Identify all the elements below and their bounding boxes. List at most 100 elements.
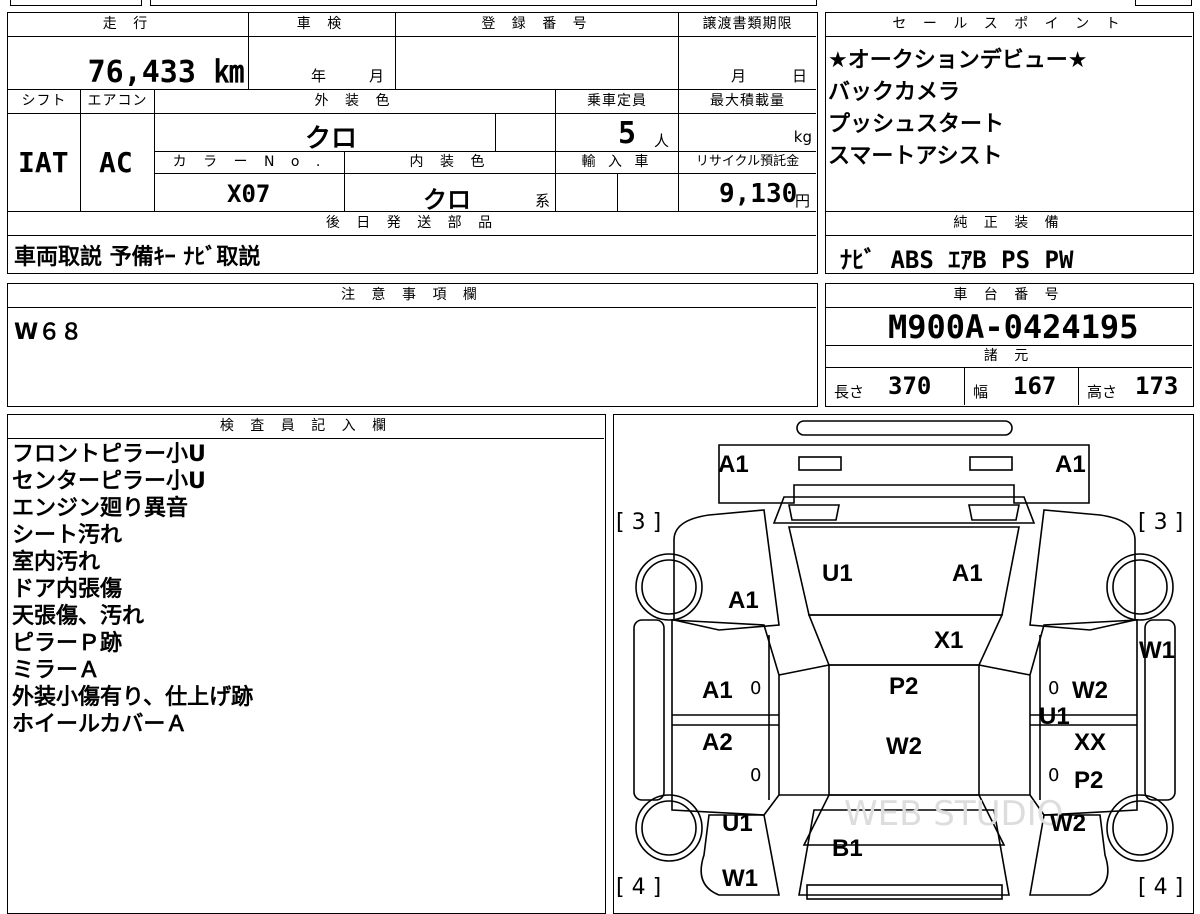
color-no-value: X07	[227, 180, 271, 208]
tire-front-right: [ 3 ]	[1138, 510, 1184, 535]
notes-value: W６８	[14, 320, 83, 345]
sales-points-list: ★オークションデビュー★ バックカメラ プッシュスタート スマートアシスト	[828, 45, 1087, 173]
recycle-value: 9,130	[719, 179, 798, 209]
color-no-label: カ ラ ー N o .	[155, 152, 345, 174]
sales-point-item: プッシュスタート	[828, 112, 1005, 137]
mark-zero-2: 0	[750, 765, 762, 786]
mileage-label: 走 行	[8, 13, 249, 37]
notes-box: 注 意 事 項 欄 W６８	[7, 283, 818, 407]
interior-color-unit: 系	[535, 192, 551, 210]
mark-door-front-left: A1	[702, 677, 733, 704]
inspector-line: ピラーＰ跡	[12, 631, 123, 656]
mark-door-rear-right: XX	[1074, 729, 1107, 756]
genuine-equipment-label: 純 正 装 備	[826, 212, 1192, 236]
inspector-label: 検 査 員 記 入 欄	[8, 415, 604, 439]
mark-roof: P2	[889, 673, 919, 700]
mark-zero-4: 0	[1048, 765, 1060, 786]
interior-color-cell: クロ 系	[345, 174, 556, 212]
recycle-cell: 9,130 円	[679, 174, 816, 212]
width-cell: 幅 167	[965, 368, 1079, 405]
mark-door-rear-left: A2	[702, 729, 733, 756]
top-strip	[0, 0, 1200, 8]
ac-label: エアコン	[81, 90, 155, 114]
sales-point-item: ★オークションデビュー★	[828, 48, 1088, 73]
inspector-line: シート汚れ	[12, 523, 123, 548]
ac-value: AC	[99, 146, 133, 179]
mark-windshield-left: U1	[822, 560, 853, 587]
max-load-unit: kg	[793, 128, 812, 146]
chassis-label: 車 台 番 号	[826, 284, 1192, 308]
shift-cell: IAT	[8, 114, 81, 212]
exterior-color-label: 外 装 色	[155, 90, 556, 114]
tire-rear-right: [ 4 ]	[1138, 875, 1184, 900]
inspector-line: ホイールカバーＡ	[12, 712, 188, 737]
capacity-cell: 5 人	[556, 114, 679, 152]
capacity-label: 乗車定員	[556, 90, 679, 114]
length-cell: 長さ 370	[826, 368, 965, 405]
transfer-month-unit: 月	[731, 67, 747, 85]
mark-door-front-right-2: U1	[1039, 703, 1070, 730]
mark-front-left: A1	[718, 451, 749, 478]
inspector-line: センターピラー小U	[12, 469, 206, 494]
width-value: 167	[1013, 372, 1057, 400]
mark-front-right: A1	[1055, 451, 1086, 478]
exterior-color-sub-cell	[496, 114, 556, 152]
inspection-label: 車 検	[249, 13, 396, 37]
recycle-unit: 円	[795, 192, 811, 210]
notes-label: 注 意 事 項 欄	[8, 284, 816, 308]
transfer-day-unit: 日	[792, 67, 808, 85]
inspector-line: ミラーＡ	[12, 658, 101, 683]
genuine-equipment-value: ﾅﾋﾞ ABS ｴｱB PS PW	[840, 246, 1074, 274]
transfer-label: 譲渡書類期限	[679, 13, 816, 37]
inspector-line: 天張傷、汚れ	[12, 604, 145, 629]
recycle-label: リサイクル預託金	[679, 152, 816, 174]
mark-quarter-right: W2	[1050, 810, 1086, 837]
inspector-line: ドア内張傷	[12, 577, 123, 602]
sales-point-item: スマートアシスト	[828, 144, 1003, 169]
mark-quarter-left: U1	[722, 810, 753, 837]
import-cell-2	[618, 174, 679, 212]
sales-point-item: バックカメラ	[828, 80, 961, 105]
interior-color-label: 内 装 色	[345, 152, 556, 174]
color-no-cell: X07	[155, 174, 345, 212]
max-load-label: 最大積載量	[679, 90, 816, 114]
inspection-month-unit: 月	[369, 67, 385, 85]
inspector-lines: フロントピラー小U センターピラー小U エンジン廻り異音 シート汚れ 室内汚れ …	[12, 441, 253, 738]
exterior-color-cell: クロ	[155, 114, 496, 152]
height-label: 高さ	[1087, 383, 1118, 401]
car-outline-diagram: WEB STUDIO	[633, 420, 1176, 900]
sales-points-box: セ ー ル ス ポ イ ン ト ★オークションデビュー★ バックカメラ プッシュ…	[825, 12, 1194, 212]
shift-value: IAT	[18, 146, 69, 179]
mark-rear-left: W1	[722, 865, 758, 892]
registration-cell	[396, 37, 679, 90]
mark-roof-lower: W2	[886, 733, 922, 760]
import-cell-1	[556, 174, 618, 212]
inspection-year-unit: 年	[311, 67, 327, 85]
width-label: 幅	[973, 383, 989, 401]
shift-label: シフト	[8, 90, 81, 114]
mark-back-door: B1	[832, 835, 863, 862]
sales-points-label: セ ー ル ス ポ イ ン ト	[826, 13, 1192, 37]
chassis-box: 車 台 番 号 M900A-0424195 諸 元 長さ 370 幅 167 高…	[825, 283, 1194, 407]
later-parts-label: 後 日 発 送 部 品	[8, 212, 816, 236]
mark-door-front-right: W2	[1072, 677, 1108, 704]
inspection-cell: 年 月	[249, 37, 396, 90]
mark-windshield-right: A1	[952, 560, 983, 587]
watermark: WEB STUDIO	[844, 794, 1063, 834]
inspector-line: 室内汚れ	[12, 550, 101, 575]
ac-cell: AC	[81, 114, 155, 212]
height-cell: 高さ 173	[1079, 368, 1192, 405]
mark-fender-left: A1	[728, 587, 759, 614]
max-load-cell: kg	[679, 114, 816, 152]
height-value: 173	[1135, 372, 1179, 400]
exterior-color-value: クロ	[305, 124, 358, 152]
length-value: 370	[888, 372, 932, 400]
mark-pillar-right: W1	[1139, 637, 1175, 664]
inspector-box: 検 査 員 記 入 欄 フロントピラー小U センターピラー小U エンジン廻り異音…	[7, 414, 606, 914]
inspector-line: エンジン廻り異音	[12, 496, 189, 521]
chassis-value: M900A-0424195	[888, 308, 1139, 346]
mark-zero-1: 0	[750, 678, 762, 699]
capacity-unit: 人	[654, 132, 670, 150]
capacity-value: 5	[618, 116, 637, 151]
import-label: 輸 入 車	[556, 152, 679, 174]
